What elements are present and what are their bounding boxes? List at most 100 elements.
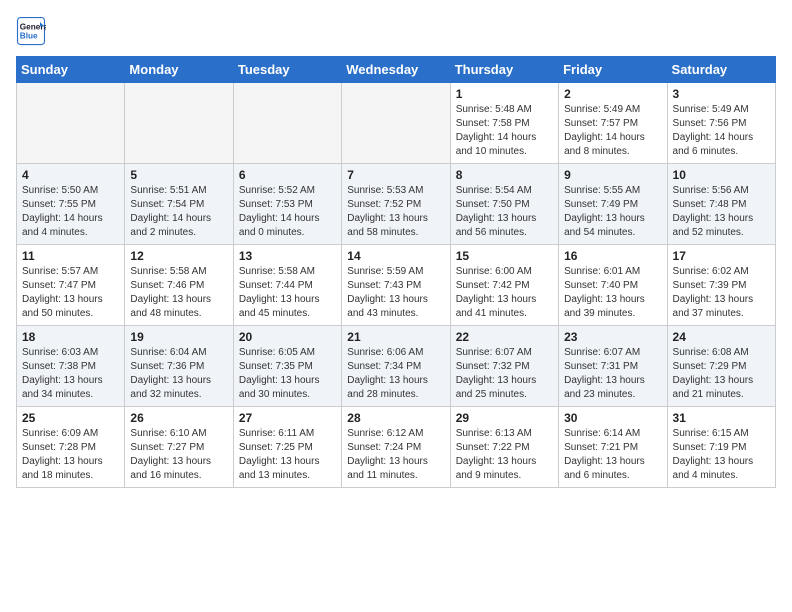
day-number: 4 [22,168,119,182]
calendar-cell: 30 Sunrise: 6:14 AMSunset: 7:21 PMDaylig… [559,407,667,488]
day-number: 2 [564,87,661,101]
calendar-cell [17,83,125,164]
day-info: Sunrise: 6:14 AMSunset: 7:21 PMDaylight:… [564,427,661,483]
svg-text:General: General [20,23,46,32]
day-number: 31 [673,411,770,425]
calendar-header-row: SundayMondayTuesdayWednesdayThursdayFrid… [17,57,776,83]
day-info: Sunrise: 6:07 AMSunset: 7:31 PMDaylight:… [564,346,661,402]
calendar-cell: 3 Sunrise: 5:49 AMSunset: 7:56 PMDayligh… [667,83,775,164]
svg-text:Blue: Blue [20,32,38,41]
header-monday: Monday [125,57,233,83]
calendar-cell [342,83,450,164]
day-info: Sunrise: 6:08 AMSunset: 7:29 PMDaylight:… [673,346,770,402]
day-info: Sunrise: 6:15 AMSunset: 7:19 PMDaylight:… [673,427,770,483]
day-number: 21 [347,330,444,344]
day-number: 12 [130,249,227,263]
calendar-cell: 20 Sunrise: 6:05 AMSunset: 7:35 PMDaylig… [233,326,341,407]
calendar-cell: 11 Sunrise: 5:57 AMSunset: 7:47 PMDaylig… [17,245,125,326]
header-sunday: Sunday [17,57,125,83]
day-info: Sunrise: 5:58 AMSunset: 7:44 PMDaylight:… [239,265,336,321]
day-info: Sunrise: 5:59 AMSunset: 7:43 PMDaylight:… [347,265,444,321]
day-number: 6 [239,168,336,182]
day-info: Sunrise: 5:53 AMSunset: 7:52 PMDaylight:… [347,184,444,240]
day-info: Sunrise: 6:10 AMSunset: 7:27 PMDaylight:… [130,427,227,483]
day-number: 1 [456,87,553,101]
day-number: 22 [456,330,553,344]
calendar-cell: 13 Sunrise: 5:58 AMSunset: 7:44 PMDaylig… [233,245,341,326]
calendar-cell: 2 Sunrise: 5:49 AMSunset: 7:57 PMDayligh… [559,83,667,164]
day-number: 10 [673,168,770,182]
day-info: Sunrise: 6:01 AMSunset: 7:40 PMDaylight:… [564,265,661,321]
day-number: 3 [673,87,770,101]
calendar-cell: 5 Sunrise: 5:51 AMSunset: 7:54 PMDayligh… [125,164,233,245]
calendar-cell: 21 Sunrise: 6:06 AMSunset: 7:34 PMDaylig… [342,326,450,407]
calendar-cell: 27 Sunrise: 6:11 AMSunset: 7:25 PMDaylig… [233,407,341,488]
day-number: 16 [564,249,661,263]
calendar-cell: 24 Sunrise: 6:08 AMSunset: 7:29 PMDaylig… [667,326,775,407]
calendar-cell: 16 Sunrise: 6:01 AMSunset: 7:40 PMDaylig… [559,245,667,326]
day-info: Sunrise: 5:56 AMSunset: 7:48 PMDaylight:… [673,184,770,240]
day-info: Sunrise: 5:51 AMSunset: 7:54 PMDaylight:… [130,184,227,240]
day-number: 26 [130,411,227,425]
calendar-cell: 6 Sunrise: 5:52 AMSunset: 7:53 PMDayligh… [233,164,341,245]
day-info: Sunrise: 5:49 AMSunset: 7:57 PMDaylight:… [564,103,661,159]
calendar-cell: 26 Sunrise: 6:10 AMSunset: 7:27 PMDaylig… [125,407,233,488]
day-info: Sunrise: 5:48 AMSunset: 7:58 PMDaylight:… [456,103,553,159]
calendar-cell: 19 Sunrise: 6:04 AMSunset: 7:36 PMDaylig… [125,326,233,407]
calendar-cell: 17 Sunrise: 6:02 AMSunset: 7:39 PMDaylig… [667,245,775,326]
day-info: Sunrise: 6:07 AMSunset: 7:32 PMDaylight:… [456,346,553,402]
day-info: Sunrise: 6:04 AMSunset: 7:36 PMDaylight:… [130,346,227,402]
day-number: 20 [239,330,336,344]
calendar-cell: 10 Sunrise: 5:56 AMSunset: 7:48 PMDaylig… [667,164,775,245]
day-number: 30 [564,411,661,425]
calendar-cell: 12 Sunrise: 5:58 AMSunset: 7:46 PMDaylig… [125,245,233,326]
day-number: 28 [347,411,444,425]
day-number: 7 [347,168,444,182]
day-info: Sunrise: 5:57 AMSunset: 7:47 PMDaylight:… [22,265,119,321]
day-number: 29 [456,411,553,425]
header-thursday: Thursday [450,57,558,83]
calendar-cell: 7 Sunrise: 5:53 AMSunset: 7:52 PMDayligh… [342,164,450,245]
day-number: 11 [22,249,119,263]
calendar-cell: 18 Sunrise: 6:03 AMSunset: 7:38 PMDaylig… [17,326,125,407]
calendar-cell [125,83,233,164]
day-number: 25 [22,411,119,425]
day-info: Sunrise: 6:11 AMSunset: 7:25 PMDaylight:… [239,427,336,483]
logo-icon: General Blue [16,16,46,46]
day-number: 14 [347,249,444,263]
page-header: General Blue [16,16,776,46]
day-info: Sunrise: 6:05 AMSunset: 7:35 PMDaylight:… [239,346,336,402]
day-info: Sunrise: 6:03 AMSunset: 7:38 PMDaylight:… [22,346,119,402]
day-number: 15 [456,249,553,263]
header-tuesday: Tuesday [233,57,341,83]
day-info: Sunrise: 5:52 AMSunset: 7:53 PMDaylight:… [239,184,336,240]
day-info: Sunrise: 5:54 AMSunset: 7:50 PMDaylight:… [456,184,553,240]
day-info: Sunrise: 6:12 AMSunset: 7:24 PMDaylight:… [347,427,444,483]
calendar-cell: 22 Sunrise: 6:07 AMSunset: 7:32 PMDaylig… [450,326,558,407]
day-info: Sunrise: 5:58 AMSunset: 7:46 PMDaylight:… [130,265,227,321]
day-number: 5 [130,168,227,182]
day-info: Sunrise: 6:02 AMSunset: 7:39 PMDaylight:… [673,265,770,321]
day-number: 17 [673,249,770,263]
calendar-cell: 28 Sunrise: 6:12 AMSunset: 7:24 PMDaylig… [342,407,450,488]
day-info: Sunrise: 6:09 AMSunset: 7:28 PMDaylight:… [22,427,119,483]
day-info: Sunrise: 6:00 AMSunset: 7:42 PMDaylight:… [456,265,553,321]
day-number: 9 [564,168,661,182]
calendar-cell: 8 Sunrise: 5:54 AMSunset: 7:50 PMDayligh… [450,164,558,245]
header-wednesday: Wednesday [342,57,450,83]
day-number: 18 [22,330,119,344]
day-number: 8 [456,168,553,182]
calendar-cell [233,83,341,164]
calendar-cell: 14 Sunrise: 5:59 AMSunset: 7:43 PMDaylig… [342,245,450,326]
day-number: 24 [673,330,770,344]
calendar-cell: 29 Sunrise: 6:13 AMSunset: 7:22 PMDaylig… [450,407,558,488]
calendar-cell: 1 Sunrise: 5:48 AMSunset: 7:58 PMDayligh… [450,83,558,164]
logo: General Blue [16,16,50,46]
calendar-cell: 4 Sunrise: 5:50 AMSunset: 7:55 PMDayligh… [17,164,125,245]
day-number: 19 [130,330,227,344]
day-number: 13 [239,249,336,263]
calendar-cell: 31 Sunrise: 6:15 AMSunset: 7:19 PMDaylig… [667,407,775,488]
day-info: Sunrise: 6:06 AMSunset: 7:34 PMDaylight:… [347,346,444,402]
day-info: Sunrise: 5:50 AMSunset: 7:55 PMDaylight:… [22,184,119,240]
calendar-cell: 15 Sunrise: 6:00 AMSunset: 7:42 PMDaylig… [450,245,558,326]
